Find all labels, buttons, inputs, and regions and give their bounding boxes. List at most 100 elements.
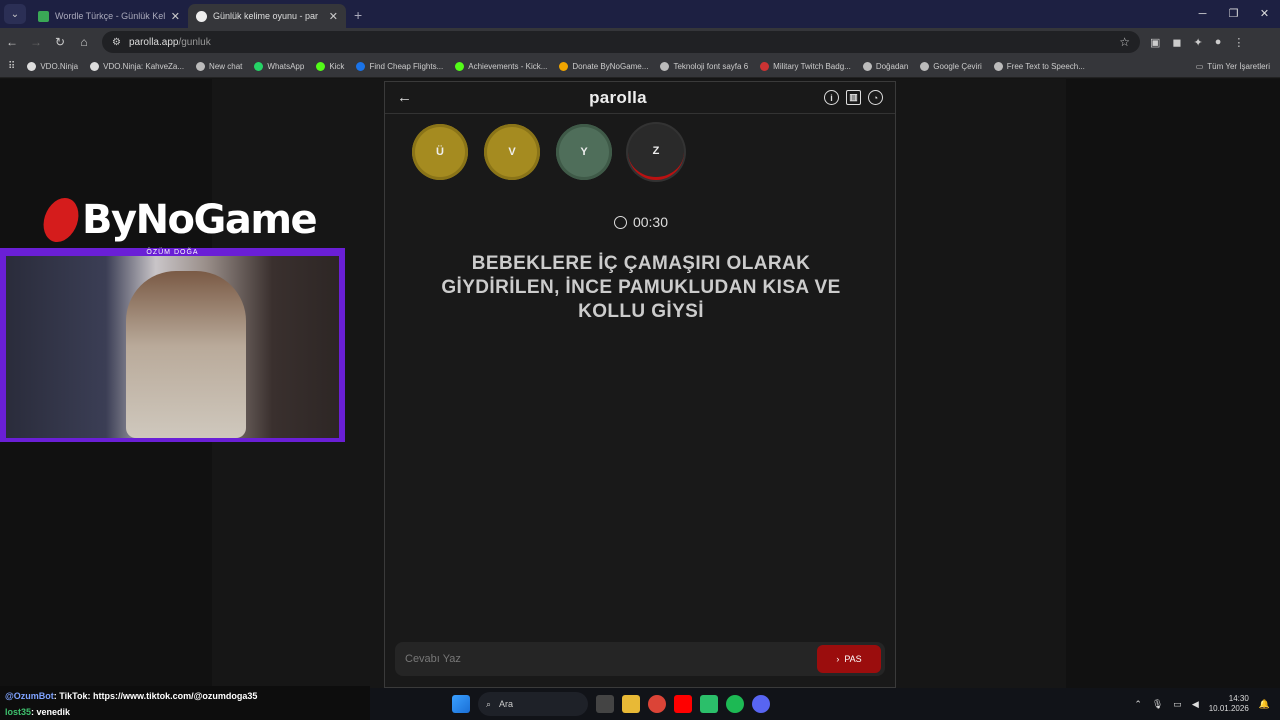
reload-icon[interactable]: ↻ bbox=[48, 35, 72, 49]
bookmark-star-icon[interactable]: ☆ bbox=[1119, 35, 1130, 49]
bookmark-favicon-icon bbox=[862, 62, 872, 71]
header-icons: i ▥ ◔ bbox=[824, 90, 883, 105]
app-header: ← parolla i ▥ ◔ bbox=[385, 82, 895, 114]
pass-label: PAS bbox=[844, 654, 862, 664]
bookmark-favicon-icon bbox=[455, 62, 465, 71]
folder-icon: ▭ bbox=[1195, 62, 1204, 71]
wordle-favicon-icon bbox=[38, 10, 49, 22]
bookmark-favicon-icon bbox=[559, 62, 569, 71]
bookmark-item[interactable]: Doğadan bbox=[862, 62, 909, 71]
taskbar-search[interactable]: ⌕ Ara bbox=[478, 692, 588, 716]
bookmark-item[interactable]: Google Çeviri bbox=[920, 62, 982, 71]
translate-icon[interactable]: ▣ bbox=[1150, 36, 1160, 49]
bookmark-label: WhatsApp bbox=[267, 62, 305, 71]
apps-grid-icon[interactable]: ⠿ bbox=[8, 61, 15, 72]
bookmark-label: Doğadan bbox=[875, 62, 909, 71]
bookmark-label: Find Cheap Flights... bbox=[369, 62, 444, 71]
profile-avatar-icon[interactable]: ● bbox=[1215, 36, 1222, 49]
more-menu-icon[interactable]: ⋮ bbox=[1233, 36, 1244, 49]
bookmark-item[interactable]: Donate ByNoGame... bbox=[559, 62, 648, 71]
bookmark-favicon-icon bbox=[90, 62, 100, 71]
bookmark-item[interactable]: Free Text to Speech... bbox=[993, 62, 1085, 71]
bookmark-item[interactable]: Achievements - Kick... bbox=[455, 62, 547, 71]
extension-icon[interactable]: ◼ bbox=[1172, 36, 1181, 49]
bookmark-label: New chat bbox=[209, 62, 243, 71]
discord-icon[interactable] bbox=[752, 695, 770, 713]
url-text: parolla.app/gunluk bbox=[128, 36, 211, 48]
info-icon[interactable]: i bbox=[824, 90, 839, 105]
taskbar-apps: ⌕ Ara bbox=[452, 692, 770, 716]
answer-bar: › PAS bbox=[395, 642, 885, 676]
webcam-frame: ÖZÜM DOĞA bbox=[0, 248, 345, 442]
close-tab-icon[interactable]: ✕ bbox=[171, 10, 180, 23]
question-text: BEBEKLERE İÇ ÇAMAŞIRI OLARAK GİYDİRİLEN,… bbox=[441, 253, 841, 322]
clock-time: 14:30 bbox=[1228, 694, 1249, 703]
bookmark-label: VDO.Ninja bbox=[40, 62, 79, 71]
youtube-icon[interactable] bbox=[674, 695, 692, 713]
chrome-icon[interactable] bbox=[648, 695, 666, 713]
answer-input[interactable] bbox=[405, 653, 817, 665]
tab-title: Wordle Türkçe - Günlük Kelime bbox=[55, 11, 165, 21]
extensions-area: ▣ ◼ ✦ ● ⋮ bbox=[1150, 36, 1244, 49]
bookmark-item[interactable]: Military Twitch Badg... bbox=[760, 62, 851, 71]
windows-start-icon[interactable] bbox=[452, 695, 470, 713]
letter-bubble: V bbox=[484, 124, 540, 180]
close-tab-icon[interactable]: ✕ bbox=[329, 10, 338, 23]
puzzle-icon[interactable]: ✦ bbox=[1194, 36, 1203, 49]
site-info-icon[interactable]: ⚙ bbox=[112, 37, 121, 48]
notification-icon[interactable]: 🔔 bbox=[1259, 699, 1270, 710]
spotify-icon[interactable] bbox=[726, 695, 744, 713]
tab-title: Günlük kelime oyunu - par bbox=[213, 11, 319, 21]
new-tab-icon[interactable]: + bbox=[354, 7, 362, 23]
bookmark-label: Google Çeviri bbox=[933, 62, 982, 71]
forward-icon[interactable]: → bbox=[24, 35, 48, 49]
volume-icon[interactable]: ◀ bbox=[1192, 699, 1199, 710]
bookmark-item[interactable]: Find Cheap Flights... bbox=[356, 62, 443, 71]
task-view-icon[interactable] bbox=[596, 695, 614, 713]
streamer-figure bbox=[126, 271, 246, 438]
bookmark-label: Achievements - Kick... bbox=[468, 62, 548, 71]
tab-search-icon[interactable]: ⌄ bbox=[4, 4, 26, 24]
bookmark-item[interactable]: WhatsApp bbox=[254, 62, 304, 71]
address-bar[interactable]: ⚙ parolla.app/gunluk ☆ bbox=[102, 31, 1140, 53]
bookmark-item[interactable]: Kick bbox=[316, 62, 344, 71]
bookmark-item[interactable]: VDO.Ninja bbox=[27, 62, 78, 71]
home-icon[interactable]: ⌂ bbox=[72, 35, 96, 49]
webcam-video bbox=[6, 256, 339, 438]
bookmark-item[interactable]: Teknoloji font sayfa 6 bbox=[660, 62, 748, 71]
browser-toolbar: ← → ↻ ⌂ ⚙ parolla.app/gunluk ☆ ▣ ◼ ✦ ● ⋮ bbox=[0, 28, 1280, 56]
all-bookmarks[interactable]: ▭ Tüm Yer İşaretleri bbox=[1196, 62, 1280, 71]
microphone-icon[interactable]: 🎙 bbox=[1152, 699, 1163, 710]
network-icon[interactable]: ▭ bbox=[1173, 699, 1182, 710]
bookmark-item[interactable]: New chat bbox=[196, 62, 242, 71]
minimize-icon[interactable]: ─ bbox=[1187, 0, 1218, 28]
bookmarks-bar: ⠿ VDO.Ninja VDO.Ninja: KahveZa... New chat… bbox=[0, 56, 1280, 78]
brand-text: ByNoGame bbox=[82, 197, 318, 243]
chat-line: @OzumBot: TikTok: https://www.tiktok.com… bbox=[5, 691, 258, 701]
bookmark-label: VDO.Ninja: KahveZa... bbox=[103, 62, 185, 71]
right-gutter bbox=[1066, 79, 1280, 688]
bookmark-favicon-icon bbox=[356, 62, 366, 71]
back-icon[interactable]: ← bbox=[0, 35, 24, 49]
tray-chevron-icon[interactable]: ⌃ bbox=[1134, 699, 1142, 710]
stats-icon[interactable]: ▥ bbox=[846, 90, 861, 105]
tab-wordle[interactable]: Wordle Türkçe - Günlük Kelime ✕ bbox=[30, 4, 188, 28]
restore-icon[interactable]: ❐ bbox=[1218, 0, 1249, 28]
bookmark-label: Kick bbox=[329, 62, 345, 71]
tab-parolla[interactable]: Günlük kelime oyunu - par ✕ bbox=[188, 4, 346, 28]
kick-app-icon[interactable] bbox=[700, 695, 718, 713]
bookmark-item[interactable]: VDO.Ninja: KahveZa... bbox=[90, 62, 184, 71]
brand-logo: ByNoGame bbox=[40, 197, 318, 243]
bookmark-label: Free Text to Speech... bbox=[1006, 62, 1085, 71]
close-window-icon[interactable]: ✕ bbox=[1249, 0, 1280, 28]
bookmark-label: Teknoloji font sayfa 6 bbox=[673, 62, 749, 71]
bookmark-favicon-icon bbox=[760, 62, 770, 71]
pass-button[interactable]: › PAS bbox=[817, 645, 881, 673]
system-clock[interactable]: 14:30 10.01.2026 bbox=[1209, 694, 1249, 714]
chat-overlay: @OzumBot: TikTok: https://www.tiktok.com… bbox=[0, 686, 370, 720]
profile-icon[interactable]: ◔ bbox=[868, 90, 883, 105]
chat-line: lost35: venedik bbox=[5, 707, 71, 717]
chevron-right-icon: › bbox=[836, 654, 840, 664]
file-explorer-icon[interactable] bbox=[622, 695, 640, 713]
back-arrow-icon[interactable]: ← bbox=[397, 89, 412, 106]
